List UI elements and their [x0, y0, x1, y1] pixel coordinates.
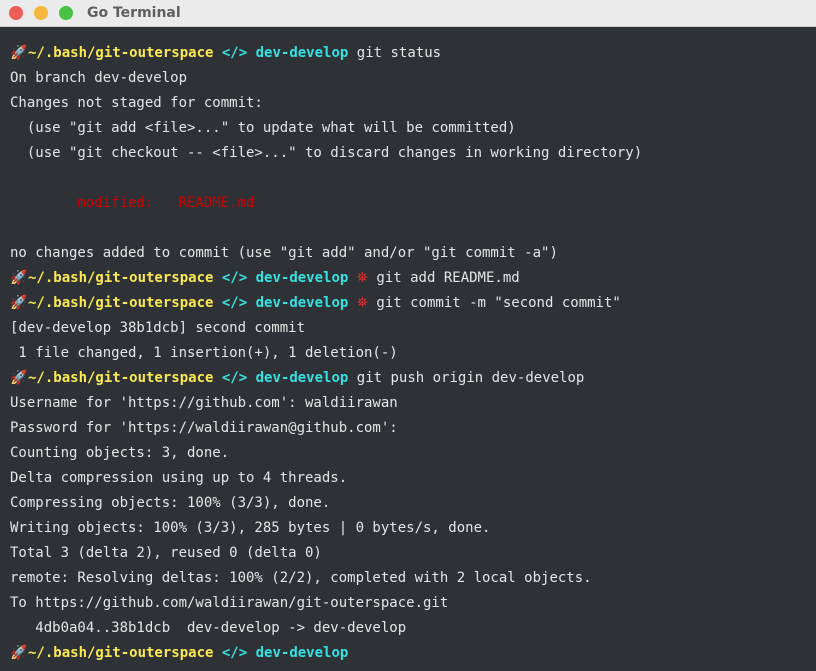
maximize-button[interactable] — [59, 6, 73, 20]
output-line: Password for 'https://waldiirawan@github… — [10, 420, 398, 436]
command-text: git add README.md — [376, 270, 520, 286]
minimize-button[interactable] — [34, 6, 48, 20]
current-prompt-line[interactable]: 🚀~/.bash/git-outerspace </> dev-develop — [10, 641, 806, 666]
output-line: On branch dev-develop — [10, 70, 188, 86]
rocket-icon: 🚀 — [10, 45, 28, 61]
output-line: Delta compression using up to 4 threads. — [10, 470, 348, 486]
output-line: Username for 'https://github.com': waldi… — [10, 395, 398, 411]
modified-file-line: modified: README.md — [10, 195, 255, 211]
code-icon: </> — [221, 45, 248, 61]
prompt-branch: dev-develop — [255, 370, 349, 386]
output-line: Changes not staged for commit: — [10, 95, 263, 111]
window-title: Go Terminal — [87, 5, 181, 21]
prompt-path: ~/.bash/git-outerspace — [28, 45, 214, 61]
code-icon: </> — [221, 270, 248, 286]
prompt-branch: dev-develop — [255, 645, 349, 661]
prompt-line: 🚀~/.bash/git-outerspace </> dev-develop … — [10, 41, 806, 66]
output-line: (use "git add <file>..." to update what … — [10, 120, 516, 136]
output-line: no changes added to commit (use "git add… — [10, 245, 558, 261]
prompt-branch: dev-develop — [255, 45, 349, 61]
output-line: [dev-develop 38b1dcb] second commit — [10, 320, 306, 336]
output-line: Writing objects: 100% (3/3), 285 bytes |… — [10, 520, 491, 536]
output-line: 4db0a04..38b1dcb dev-develop -> dev-deve… — [10, 620, 407, 636]
rocket-icon: 🚀 — [10, 270, 28, 286]
prompt-path: ~/.bash/git-outerspace — [28, 645, 214, 661]
prompt-path: ~/.bash/git-outerspace — [28, 370, 214, 386]
command-text: git status — [356, 45, 442, 61]
output-line: Compressing objects: 100% (3/3), done. — [10, 495, 331, 511]
code-icon: </> — [221, 295, 248, 311]
terminal-output[interactable]: 🚀~/.bash/git-outerspace </> dev-develop … — [0, 27, 816, 671]
prompt-line: 🚀~/.bash/git-outerspace </> dev-develop … — [10, 266, 806, 291]
title-bar: Go Terminal — [0, 0, 816, 27]
dirty-icon: ⛯ — [356, 270, 368, 286]
code-icon: </> — [221, 370, 248, 386]
terminal-window: Go Terminal 🚀~/.bash/git-outerspace </> … — [0, 0, 816, 671]
prompt-line: 🚀~/.bash/git-outerspace </> dev-develop … — [10, 366, 806, 391]
output-line: (use "git checkout -- <file>..." to disc… — [10, 145, 643, 161]
prompt-branch: dev-develop — [255, 270, 349, 286]
rocket-icon: 🚀 — [10, 370, 28, 386]
output-line: Total 3 (delta 2), reused 0 (delta 0) — [10, 545, 322, 561]
prompt-line: 🚀~/.bash/git-outerspace </> dev-develop … — [10, 291, 806, 316]
prompt-path: ~/.bash/git-outerspace — [28, 295, 214, 311]
code-icon: </> — [221, 645, 248, 661]
output-line: Counting objects: 3, done. — [10, 445, 230, 461]
command-text: git commit -m "second commit" — [376, 295, 621, 311]
dirty-icon: ⛯ — [356, 295, 368, 311]
close-button[interactable] — [9, 6, 23, 20]
rocket-icon: 🚀 — [10, 645, 28, 661]
output-line: remote: Resolving deltas: 100% (2/2), co… — [10, 570, 592, 586]
output-line: 1 file changed, 1 insertion(+), 1 deleti… — [10, 345, 398, 361]
prompt-path: ~/.bash/git-outerspace — [28, 270, 214, 286]
rocket-icon: 🚀 — [10, 295, 28, 311]
command-text: git push origin dev-develop — [356, 370, 585, 386]
prompt-branch: dev-develop — [255, 295, 349, 311]
output-line: To https://github.com/waldiirawan/git-ou… — [10, 595, 449, 611]
